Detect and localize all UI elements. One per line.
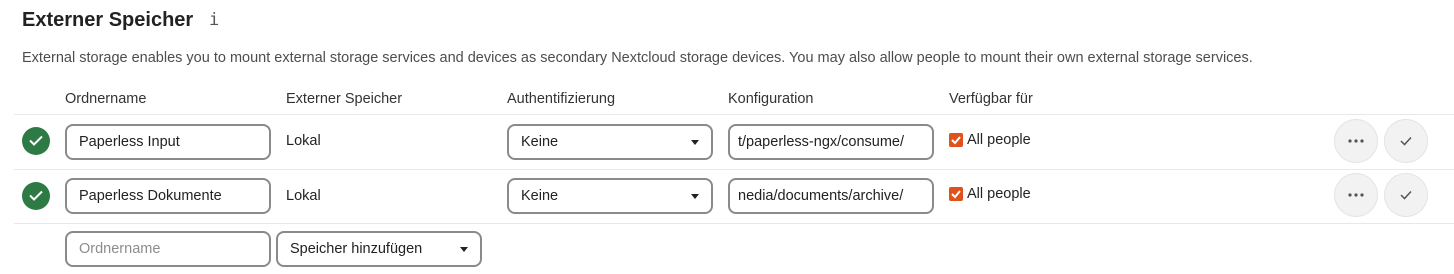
folder-name-input[interactable]: Paperless Dokumente — [65, 178, 271, 214]
checkbox-checked-icon[interactable] — [949, 133, 963, 147]
available-for[interactable]: All people — [949, 186, 1031, 202]
caret-down-icon — [460, 247, 468, 252]
column-header-folder-name: Ordnername — [65, 91, 147, 107]
status-ok-icon — [22, 182, 50, 210]
more-actions-button[interactable] — [1334, 173, 1378, 217]
authentication-select-value: Keine — [521, 188, 559, 204]
caret-down-icon — [691, 140, 699, 145]
column-header-external-storage: Externer Speicher — [286, 91, 403, 107]
available-for-label: All people — [967, 186, 1031, 202]
save-button[interactable] — [1384, 119, 1428, 163]
row-divider — [14, 169, 1454, 170]
save-button[interactable] — [1384, 173, 1428, 217]
authentication-select[interactable]: Keine — [507, 178, 713, 214]
description-text: External storage enables you to mount ex… — [22, 50, 1253, 66]
column-header-configuration: Konfiguration — [728, 91, 814, 107]
check-icon — [1400, 190, 1412, 200]
more-icon — [1348, 193, 1364, 197]
available-for[interactable]: All people — [949, 132, 1031, 148]
check-icon — [1400, 136, 1412, 146]
new-folder-name-input[interactable]: Ordnername — [65, 231, 271, 267]
configuration-value: nedia/documents/archive/ — [738, 188, 904, 204]
backend-label: Lokal — [286, 133, 321, 149]
page-title: Externer Speicher — [22, 9, 194, 31]
authentication-select-value: Keine — [521, 134, 559, 150]
folder-name-input[interactable]: Paperless Input — [65, 124, 271, 160]
more-actions-button[interactable] — [1334, 119, 1378, 163]
configuration-input[interactable]: nedia/documents/archive/ — [728, 178, 934, 214]
row-divider — [14, 223, 1454, 224]
more-icon — [1348, 139, 1364, 143]
column-header-authentication: Authentifizierung — [507, 91, 616, 107]
checkbox-checked-icon[interactable] — [949, 187, 963, 201]
backend-label: Lokal — [286, 188, 321, 204]
configuration-input[interactable]: t/paperless-ngx/consume/ — [728, 124, 934, 160]
info-icon[interactable]: i — [209, 10, 219, 30]
configuration-value: t/paperless-ngx/consume/ — [738, 134, 905, 150]
status-ok-icon — [22, 127, 50, 155]
add-storage-label: Speicher hinzufügen — [290, 241, 423, 257]
authentication-select[interactable]: Keine — [507, 124, 713, 160]
column-header-available-for: Verfügbar für — [949, 91, 1033, 107]
add-storage-select[interactable]: Speicher hinzufügen — [276, 231, 482, 267]
caret-down-icon — [691, 194, 699, 199]
available-for-label: All people — [967, 132, 1031, 148]
row-divider — [14, 114, 1454, 115]
